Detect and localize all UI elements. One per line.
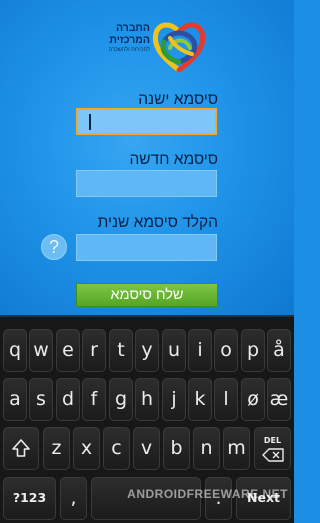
logo-text: החברה המרכזית לחכירות ולהשכרה	[86, 22, 150, 54]
key-ae[interactable]: æ	[267, 378, 291, 421]
logo-line2: המרכזית	[109, 34, 150, 46]
key-j[interactable]: j	[162, 378, 186, 421]
key-t[interactable]: t	[109, 329, 133, 372]
key-v[interactable]: v	[133, 427, 160, 470]
key-y[interactable]: y	[135, 329, 159, 372]
key-i[interactable]: i	[188, 329, 212, 372]
delete-key[interactable]: DEL	[254, 427, 291, 470]
key-k[interactable]: k	[188, 378, 212, 421]
key-g[interactable]: g	[109, 378, 133, 421]
key-x[interactable]: x	[73, 427, 100, 470]
shift-arrow-icon	[12, 439, 30, 457]
shift-key[interactable]	[3, 427, 39, 470]
app-screen: החברה המרכזית לחכירות ולהשכרה סיסמא ישנה…	[0, 0, 294, 315]
new-password-label: סיסמא חדשה	[129, 151, 218, 168]
key-o[interactable]: o	[214, 329, 238, 372]
key-q[interactable]: q	[3, 329, 27, 372]
help-button[interactable]: ?	[41, 234, 67, 260]
key-o-slash[interactable]: ø	[241, 378, 265, 421]
send-password-button[interactable]: שלח סיסמא	[76, 283, 218, 307]
key-b[interactable]: b	[163, 427, 190, 470]
old-password-label: סיסמא ישנה	[138, 91, 218, 108]
backspace-icon	[261, 448, 284, 462]
delete-key-label: DEL	[263, 436, 282, 445]
company-logo: החברה המרכזית לחכירות ולהשכרה	[88, 18, 208, 76]
logo-line1: החברה	[115, 22, 150, 34]
watermark: ANDROIDFREEWARE.NET	[127, 487, 288, 501]
key-c[interactable]: c	[103, 427, 130, 470]
key-d[interactable]: d	[56, 378, 80, 421]
key-h[interactable]: h	[135, 378, 159, 421]
heart-knot-logo-icon	[152, 22, 206, 73]
key-f[interactable]: f	[82, 378, 106, 421]
new-password-input[interactable]	[76, 170, 217, 197]
symbols-key[interactable]: ?123	[3, 477, 56, 520]
old-password-input[interactable]	[76, 108, 217, 135]
confirm-password-input[interactable]	[76, 234, 217, 261]
comma-key[interactable]: ,	[60, 477, 87, 520]
soft-keyboard: q w e r t y u i o p å a s d f g h j k l …	[0, 315, 294, 523]
key-n[interactable]: n	[193, 427, 220, 470]
key-s[interactable]: s	[29, 378, 53, 421]
logo-line3: לחכירות ולהשכרה	[108, 47, 150, 53]
confirm-password-label: הקלד סיסמא שנית	[97, 214, 218, 231]
key-m[interactable]: m	[223, 427, 250, 470]
key-u[interactable]: u	[162, 329, 186, 372]
key-r[interactable]: r	[82, 329, 106, 372]
key-p[interactable]: p	[241, 329, 265, 372]
key-l[interactable]: l	[214, 378, 238, 421]
key-e[interactable]: e	[56, 329, 80, 372]
key-a-ring[interactable]: å	[267, 329, 291, 372]
key-z[interactable]: z	[43, 427, 70, 470]
text-cursor	[89, 114, 91, 130]
key-a[interactable]: a	[3, 378, 27, 421]
key-w[interactable]: w	[29, 329, 53, 372]
